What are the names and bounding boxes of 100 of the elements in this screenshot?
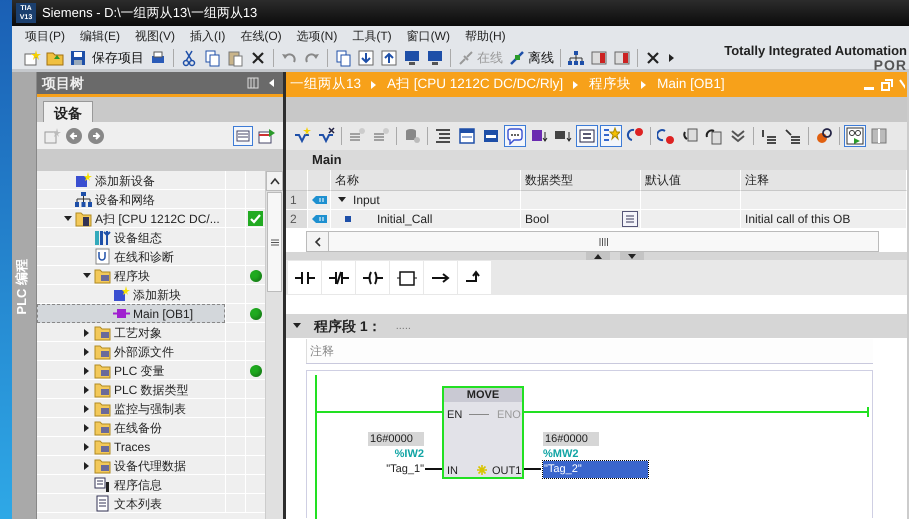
- tree-item[interactable]: 监控与强制表: [37, 399, 225, 418]
- menu-item[interactable]: 窗口(W): [406, 25, 451, 47]
- collapse-icon[interactable]: [267, 78, 277, 88]
- tree-item[interactable]: Main [OB1]: [37, 304, 225, 323]
- tree-item[interactable]: 添加新块: [37, 285, 225, 304]
- split-view-button[interactable]: [612, 48, 632, 66]
- menu-item[interactable]: 视图(V): [134, 25, 176, 47]
- cylinder-icon: [403, 127, 421, 145]
- details-view-icon[interactable]: [233, 126, 253, 146]
- splitter-up-button[interactable]: [586, 252, 610, 260]
- pin-label: IN: [447, 464, 458, 479]
- tree-item[interactable]: 在线和诊断: [37, 247, 225, 266]
- glasses-icon: [846, 127, 864, 145]
- splitter-down-button[interactable]: [620, 252, 644, 260]
- brand-title: Totally Integrated Automation: [723, 44, 907, 58]
- pin-label: EN: [447, 408, 462, 423]
- folder-icon: [94, 457, 111, 474]
- back-icon[interactable]: [65, 126, 83, 144]
- parameter-icon: [312, 213, 328, 225]
- go-offline-button[interactable]: 离线: [507, 48, 555, 68]
- no-contact-button[interactable]: [288, 261, 321, 294]
- save-project-button[interactable]: 保存项目: [91, 48, 145, 68]
- chevron-left-icon: [314, 236, 322, 246]
- expander-icon[interactable]: [82, 270, 92, 280]
- speech-bubble-button[interactable]: [504, 125, 526, 147]
- open-branch-button[interactable]: [424, 261, 457, 294]
- menu-item[interactable]: 编辑(E): [79, 25, 121, 47]
- tree-item[interactable]: 设备代理数据: [37, 456, 225, 475]
- monitor-button[interactable]: [425, 48, 445, 66]
- nc-contact-icon: [328, 268, 350, 286]
- menu-item[interactable]: 选项(N): [296, 25, 338, 47]
- grip-icon: [599, 238, 608, 246]
- plug-icon: [508, 48, 526, 66]
- download-button[interactable]: [356, 48, 376, 66]
- folder-icon: [94, 267, 111, 284]
- menu-item[interactable]: 在线(O): [239, 25, 283, 47]
- tree-item[interactable]: 外部源文件: [37, 342, 225, 361]
- menu-item[interactable]: 帮助(H): [464, 25, 507, 47]
- tree-item[interactable]: A扫 [CPU 1212C DC/...: [37, 209, 225, 228]
- tree-item[interactable]: 程序信息: [37, 475, 225, 494]
- column-header[interactable]: 数据类型: [521, 170, 641, 191]
- save-button[interactable]: [68, 48, 88, 66]
- pin-label: OUT1: [492, 464, 522, 479]
- menu-item[interactable]: 项目(P): [24, 25, 66, 47]
- star-grid-button[interactable]: [600, 125, 622, 147]
- folder-icon: [94, 343, 111, 360]
- column-header[interactable]: 名称: [331, 170, 521, 191]
- header-cell: [286, 170, 308, 191]
- close-branch-button[interactable]: [458, 261, 491, 294]
- menu-item[interactable]: 插入(I): [189, 25, 226, 47]
- window-split-icon: [870, 127, 888, 145]
- network-icon: [567, 48, 585, 66]
- operand-value: 16#0000: [543, 432, 599, 446]
- coil-button[interactable]: [356, 261, 389, 294]
- tree-item[interactable]: 在线备份: [37, 418, 225, 437]
- tree-item[interactable]: 程序块: [37, 266, 225, 285]
- speech-bubble-icon: [506, 127, 524, 145]
- folder-icon: [94, 419, 111, 436]
- nc-contact-button[interactable]: [322, 261, 355, 294]
- tree-item[interactable]: 设备组态: [37, 228, 225, 247]
- scroll-left-button[interactable]: [307, 232, 329, 251]
- scroll-up-button[interactable]: [266, 171, 283, 191]
- network-button[interactable]: [566, 48, 586, 66]
- split-view-button[interactable]: [589, 48, 609, 66]
- glasses-button[interactable]: [844, 125, 866, 147]
- page-arrow-icon: [705, 127, 723, 145]
- brand-subtitle: POR: [872, 58, 907, 72]
- new-file-button[interactable]: [22, 48, 42, 66]
- pin-icon[interactable]: [247, 77, 259, 89]
- monitor-button[interactable]: [402, 48, 422, 66]
- tree-item[interactable]: PLC 变量: [37, 361, 225, 380]
- panel-tab[interactable]: 设备: [43, 101, 93, 122]
- list-button[interactable]: [576, 125, 598, 147]
- upload-button[interactable]: [379, 48, 399, 66]
- cell-text: Initial call of this OB: [745, 211, 850, 228]
- upload-icon: [380, 48, 398, 66]
- expander-icon[interactable]: [63, 214, 73, 224]
- tree-item[interactable]: 文本列表: [37, 494, 225, 513]
- tree-item[interactable]: 设备和网络: [37, 190, 225, 209]
- column-header[interactable]: 默认值: [641, 170, 741, 191]
- operand-tag[interactable]: "Tag_1": [386, 461, 424, 478]
- menu-item[interactable]: 工具(T): [351, 25, 393, 47]
- magnifier-icon: [815, 127, 833, 145]
- lines-icon: [760, 127, 778, 145]
- operand-tag[interactable]: "Tag_2": [543, 461, 648, 478]
- monitor-icon: [403, 48, 421, 66]
- function-box[interactable]: MOVE EN ENO IN OUT1: [442, 386, 524, 479]
- tree-item[interactable]: Traces: [37, 437, 225, 456]
- folder-icon: [94, 400, 111, 417]
- chevron-up-icon: [593, 252, 603, 262]
- column-header[interactable]: 注释: [741, 170, 907, 191]
- tree-item[interactable]: 工艺对象: [37, 323, 225, 342]
- scroll-thumb[interactable]: [267, 192, 282, 292]
- vertical-scrollbar[interactable]: [265, 171, 283, 519]
- lines-icon: [784, 127, 802, 145]
- select-type-button[interactable]: [622, 211, 638, 227]
- tree-item[interactable]: 添加新设备: [37, 171, 225, 190]
- tree-item[interactable]: PLC 数据类型: [37, 380, 225, 399]
- row-number: 1: [286, 191, 308, 210]
- forward-icon[interactable]: [87, 126, 105, 144]
